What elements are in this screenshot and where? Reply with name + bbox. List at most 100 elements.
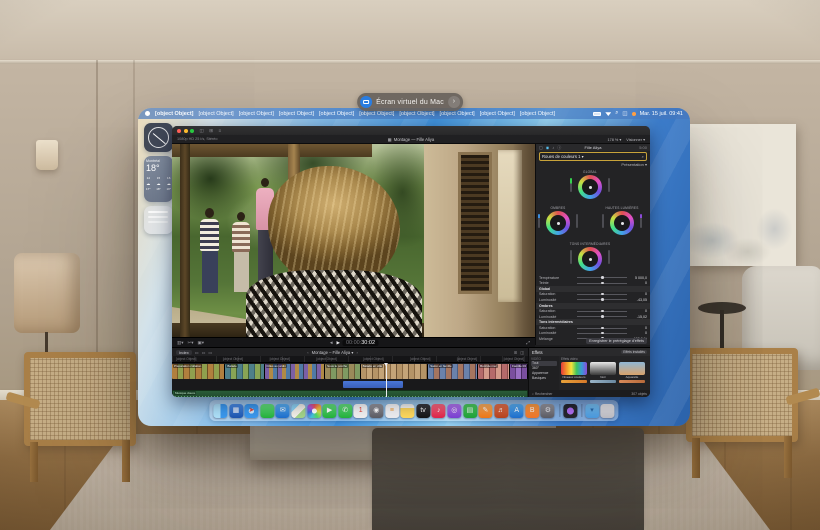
index-button[interactable]: Index (176, 350, 192, 355)
dock-icon-final-cut-pro[interactable] (563, 404, 577, 418)
apple-menu-icon[interactable] (145, 111, 150, 116)
wifi-icon[interactable] (605, 111, 611, 116)
viewer-zoom-dropdown[interactable]: 178 % ▾ (608, 137, 622, 142)
timeline-ruler[interactable]: [object Object][object Object][object Ob… (172, 356, 528, 363)
timeline-clip[interactable]: Balade en ville (361, 364, 429, 379)
parameter-slider[interactable] (577, 299, 627, 300)
window-titlebar[interactable]: ◫ ⊞ ≡ (172, 126, 650, 135)
dock-icon-garageband[interactable]: ♬ (494, 404, 508, 418)
effects-installed-filter[interactable]: Effets installés (621, 350, 647, 354)
weather-widget[interactable]: Montréal 18° 14☁17°15☁18°16☁18° (144, 156, 173, 202)
menu-item[interactable]: [object Object] (155, 111, 194, 117)
timeline-back-icon[interactable]: ‹ (307, 350, 308, 355)
effects-category[interactable]: Basiques (531, 376, 557, 381)
dock-icon-downloads-folder[interactable]: ▾ (585, 404, 599, 418)
effect-thumbnail[interactable]: Niveaux couleurs (561, 362, 587, 383)
preset-search-icon[interactable]: ⌕ (642, 154, 644, 159)
color-wheel-shadows[interactable]: OMBRES (536, 206, 580, 235)
music-audio-clip[interactable]: Musique douce (172, 390, 528, 397)
menu-item[interactable]: [object Object] (359, 111, 394, 117)
save-effects-preset-button[interactable]: Enregistrer le préréglage d'effets (586, 338, 647, 344)
connected-audio-clip[interactable]: Caisson de grave basse (343, 381, 404, 388)
play-icon[interactable]: ▶ (336, 340, 339, 346)
sidebar-toggle-icon[interactable]: ◫ (200, 128, 204, 134)
playhead[interactable] (386, 363, 387, 397)
color-wheel-midtones[interactable]: TONS INTERMÉDIAIRES (568, 242, 612, 271)
insert-icon[interactable]: ▭ (202, 350, 206, 355)
append-icon[interactable]: ▭ (195, 350, 199, 355)
dock-icon-tv[interactable]: tv (416, 404, 430, 418)
effects-search-icon[interactable]: ⌕ (532, 392, 534, 396)
fullscreen-icon[interactable]: ⤢ (526, 340, 530, 345)
dock-icon-photo-booth[interactable]: ◉ (369, 404, 383, 418)
color-wheel-global[interactable]: GLOBAL (568, 170, 612, 199)
timeline-index-icon[interactable]: ▥▾ (177, 340, 184, 346)
audio-tab-icon[interactable]: ♪ (552, 145, 554, 150)
dock-icon-photos[interactable] (307, 404, 321, 418)
dock-icon-settings[interactable]: ⚙ (541, 404, 555, 418)
correction-preset-dropdown[interactable]: Roues de couleurs 1 ▾ ⌕ (539, 152, 647, 161)
battery-icon[interactable] (593, 112, 601, 116)
dock-icon-app-store[interactable]: A (510, 404, 524, 418)
dock-icon-phone[interactable]: ✆ (338, 404, 352, 418)
snapping-icon[interactable]: ◫ (520, 350, 524, 355)
minimize-button[interactable] (184, 129, 188, 133)
menu-item[interactable]: [object Object] (399, 111, 434, 117)
menu-item[interactable]: [object Object] (239, 111, 274, 117)
timeline-project-dropdown[interactable]: Montage – Fille Aliya ▾ (312, 350, 354, 355)
timeline-clip[interactable]: Bord de mer (478, 364, 510, 379)
dock-icon-calendar[interactable]: 1 (354, 404, 368, 418)
timeline-clip[interactable]: Préparation collation (172, 364, 225, 379)
effect-thumbnail[interactable]: Aquarelle (619, 362, 645, 383)
dock-icon-podcasts[interactable]: ◎ (447, 404, 461, 418)
info-tab-icon[interactable]: ⓘ (557, 145, 561, 151)
close-button[interactable] (177, 129, 181, 133)
color-tab-icon[interactable]: ◉ (546, 145, 550, 150)
dock-icon-reminders[interactable]: ≡ (385, 404, 399, 418)
parameter-slider[interactable] (577, 316, 627, 317)
parameter-slider[interactable] (577, 333, 627, 334)
control-center-icon[interactable]: ◫ (622, 111, 627, 117)
search-icon[interactable]: ⌕ (615, 110, 618, 117)
menu-item[interactable]: [object Object] (319, 111, 354, 117)
viewer-view-dropdown[interactable]: Visionner ▾ (626, 137, 645, 142)
dock-icon-numbers[interactable]: ▤ (463, 404, 477, 418)
video-tab-icon[interactable]: ▢ (539, 145, 543, 150)
dock-icon-maps[interactable] (291, 404, 305, 418)
dock-icon-safari[interactable]: ➤ (245, 404, 259, 418)
chevron-right-icon[interactable]: › (448, 96, 460, 108)
tools-icon[interactable]: ✂▾ (188, 340, 194, 346)
color-wheel-highlights[interactable]: HAUTES LUMIÈRES (600, 206, 644, 235)
timeline-clip[interactable]: Famille 03 (510, 364, 528, 379)
timeline-clip[interactable]: Balade (225, 364, 264, 379)
timeline-clip[interactable]: Sous le porche (325, 364, 361, 379)
menu-item[interactable]: [object Object] (440, 111, 475, 117)
dock-icon-trash[interactable] (601, 404, 615, 418)
menu-bar-clock[interactable]: Mar. 15 juil. 09:41 (640, 111, 683, 117)
dock-icon-books[interactable]: B (525, 404, 539, 418)
menu-item[interactable]: [object Object] (480, 111, 515, 117)
overwrite-icon[interactable]: ▭ (208, 350, 212, 355)
dock-icon-facetime[interactable]: ▶ (323, 404, 337, 418)
dock-icon-notes[interactable] (401, 404, 415, 418)
import-media-icon[interactable]: ⊞ (209, 128, 213, 134)
menu-item[interactable]: [object Object] (199, 111, 234, 117)
effects-search-label[interactable]: Rechercher (535, 392, 553, 396)
dock-icon-pages[interactable]: ✎ (478, 404, 492, 418)
retime-icon[interactable]: ▣▾ (198, 340, 205, 346)
dock-icon-music[interactable]: ♪ (432, 404, 446, 418)
parameter-slider[interactable] (577, 328, 627, 329)
dock-icon-mail[interactable]: ✉ (276, 404, 290, 418)
video-viewer[interactable] (172, 144, 535, 337)
timeline-forward-icon[interactable]: › (357, 350, 358, 355)
dock-icon-launchpad[interactable]: ▦ (229, 404, 243, 418)
skip-back-icon[interactable]: ◄ (329, 340, 333, 345)
zoom-button[interactable] (190, 129, 194, 133)
calendar-widget[interactable] (144, 206, 173, 234)
dock-icon-messages[interactable] (260, 404, 274, 418)
parameter-slider[interactable] (577, 277, 627, 278)
clip-appearance-icon[interactable]: ⊞ (514, 350, 517, 355)
timeline-clip[interactable]: Salon en famille (428, 364, 478, 379)
clock-widget[interactable] (144, 123, 173, 152)
menu-item[interactable]: [object Object] (279, 111, 314, 117)
